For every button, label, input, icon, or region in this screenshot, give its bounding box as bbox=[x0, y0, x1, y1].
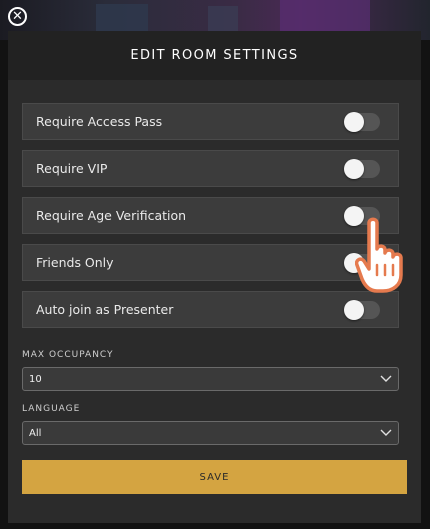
chevron-down-icon bbox=[380, 429, 392, 436]
toggle-label: Require VIP bbox=[36, 161, 108, 176]
toggle-row-require-access-pass[interactable]: Require Access Pass bbox=[22, 103, 399, 140]
switch-knob bbox=[344, 111, 364, 132]
toggle-row-require-age-verification[interactable]: Require Age Verification bbox=[22, 197, 399, 234]
toggle-label: Require Access Pass bbox=[36, 114, 163, 129]
toggle-label: Require Age Verification bbox=[36, 208, 187, 223]
language-label: LANGUAGE bbox=[22, 404, 81, 414]
require-access-pass-switch[interactable] bbox=[344, 111, 380, 132]
max-occupancy-select[interactable]: 10 bbox=[22, 367, 399, 391]
max-occupancy-label: MAX OCCUPANCY bbox=[22, 350, 114, 360]
form-fields: MAX OCCUPANCY 10 LANGUAGE All SAVE bbox=[22, 341, 407, 494]
switch-knob bbox=[344, 158, 364, 179]
language-select[interactable]: All bbox=[22, 421, 399, 445]
save-button-label: SAVE bbox=[199, 471, 230, 483]
toggle-row-require-vip[interactable]: Require VIP bbox=[22, 150, 399, 187]
modal-header: EDIT ROOM SETTINGS bbox=[8, 31, 421, 80]
auto-join-presenter-switch[interactable] bbox=[344, 299, 380, 320]
chevron-down-icon bbox=[380, 375, 392, 382]
save-button[interactable]: SAVE bbox=[22, 460, 407, 494]
language-value: All bbox=[29, 427, 42, 439]
hand-pointer-icon bbox=[355, 217, 403, 293]
max-occupancy-value: 10 bbox=[29, 373, 42, 385]
modal-body: Require Access Pass Require VIP Require … bbox=[22, 103, 399, 338]
modal-title: EDIT ROOM SETTINGS bbox=[130, 48, 299, 63]
toggle-row-friends-only[interactable]: Friends Only bbox=[22, 244, 399, 281]
toggle-row-auto-join-presenter[interactable]: Auto join as Presenter bbox=[22, 291, 399, 328]
toggle-label: Friends Only bbox=[36, 255, 114, 270]
require-vip-switch[interactable] bbox=[344, 158, 380, 179]
switch-knob bbox=[344, 299, 364, 320]
toggle-label: Auto join as Presenter bbox=[36, 302, 174, 317]
close-icon[interactable]: ✕ bbox=[8, 7, 27, 26]
